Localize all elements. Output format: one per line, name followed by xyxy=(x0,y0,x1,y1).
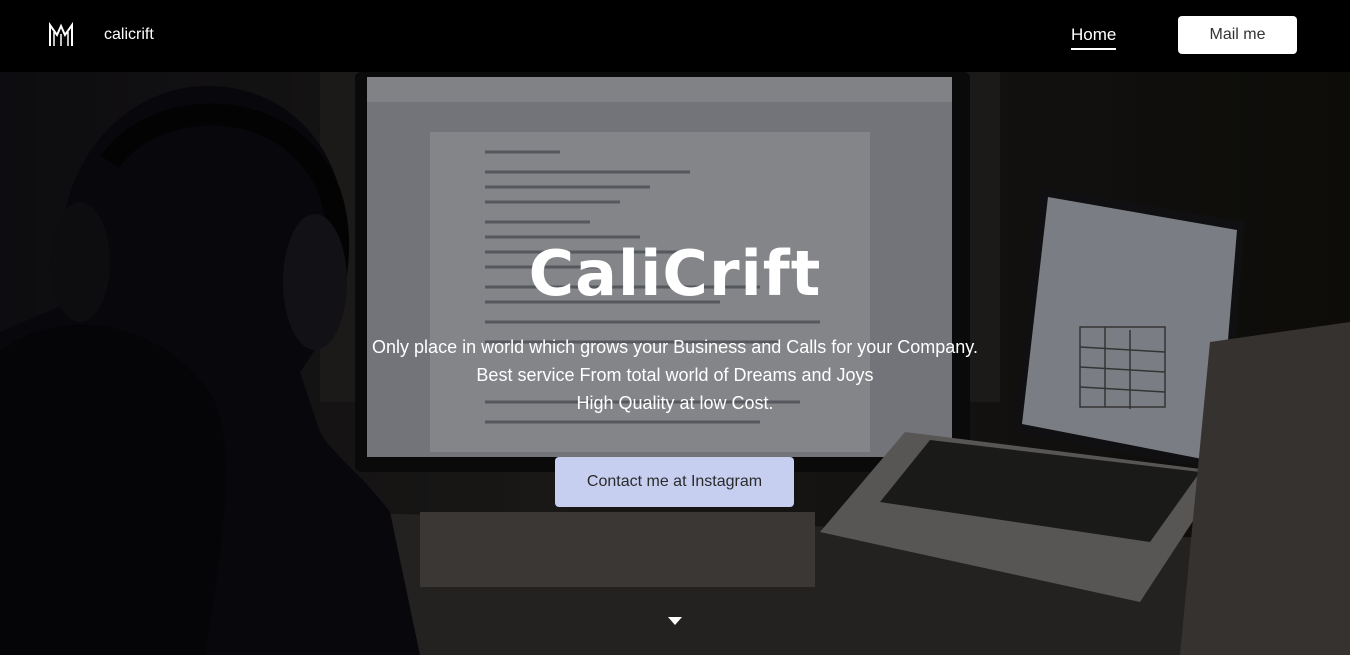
header-navbar: calicrift Home Mail me xyxy=(0,0,1350,72)
scroll-down-icon[interactable] xyxy=(668,617,682,625)
contact-instagram-button[interactable]: Contact me at Instagram xyxy=(555,457,794,507)
hero-section: CaliCrift Only place in world which grow… xyxy=(0,72,1350,655)
hero-title: CaliCrift xyxy=(528,237,822,310)
brand[interactable]: calicrift xyxy=(48,22,154,48)
nav-home-link[interactable]: Home xyxy=(1071,25,1117,50)
hero-tagline-2: Best service From total world of Dreams … xyxy=(476,365,874,385)
hero-tagline-1: Only place in world which grows your Bus… xyxy=(372,337,978,357)
brand-logo-icon xyxy=(49,22,73,46)
hero-dark-overlay xyxy=(0,72,1350,655)
hero-tagline-3: High Quality at low Cost. xyxy=(576,393,774,413)
brand-name[interactable]: calicrift xyxy=(104,26,154,44)
mail-me-button[interactable]: Mail me xyxy=(1178,16,1297,54)
